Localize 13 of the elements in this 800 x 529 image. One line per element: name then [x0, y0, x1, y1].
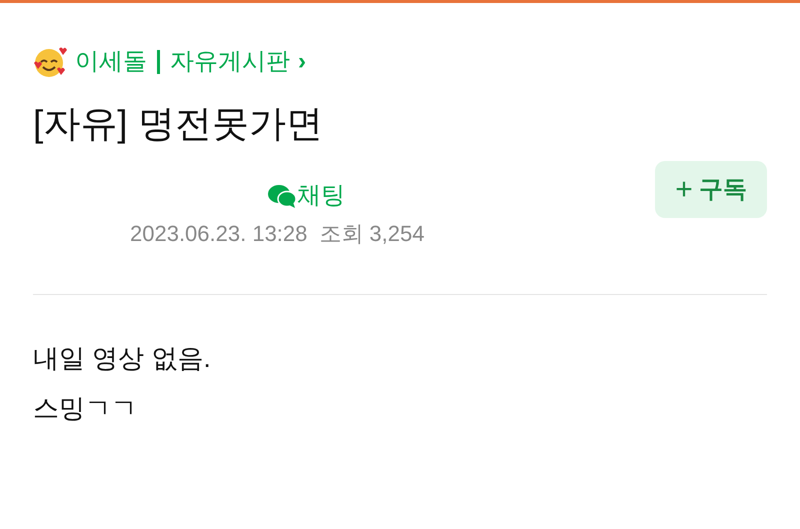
subscribe-button[interactable]: + 구독: [655, 161, 767, 218]
smiling-face-icon: [33, 45, 67, 79]
views-label: 조회: [319, 220, 364, 248]
chat-link[interactable]: 채팅: [297, 178, 345, 214]
chat-bubbles-icon: [267, 183, 297, 209]
view-count: 3,254: [369, 220, 424, 248]
board-link[interactable]: 자유게시판: [170, 44, 290, 80]
chevron-icon: ›: [298, 44, 306, 80]
post-text-line: 내일 영상 없음.: [33, 342, 212, 375]
post-text-line: 스밍ㄱㄱ: [33, 392, 138, 425]
post-title: [자유] 명전못가면: [33, 102, 324, 146]
post-date: 2023.06.23. 13:28: [130, 220, 308, 248]
cafe-name[interactable]: 이세돌: [75, 44, 147, 80]
